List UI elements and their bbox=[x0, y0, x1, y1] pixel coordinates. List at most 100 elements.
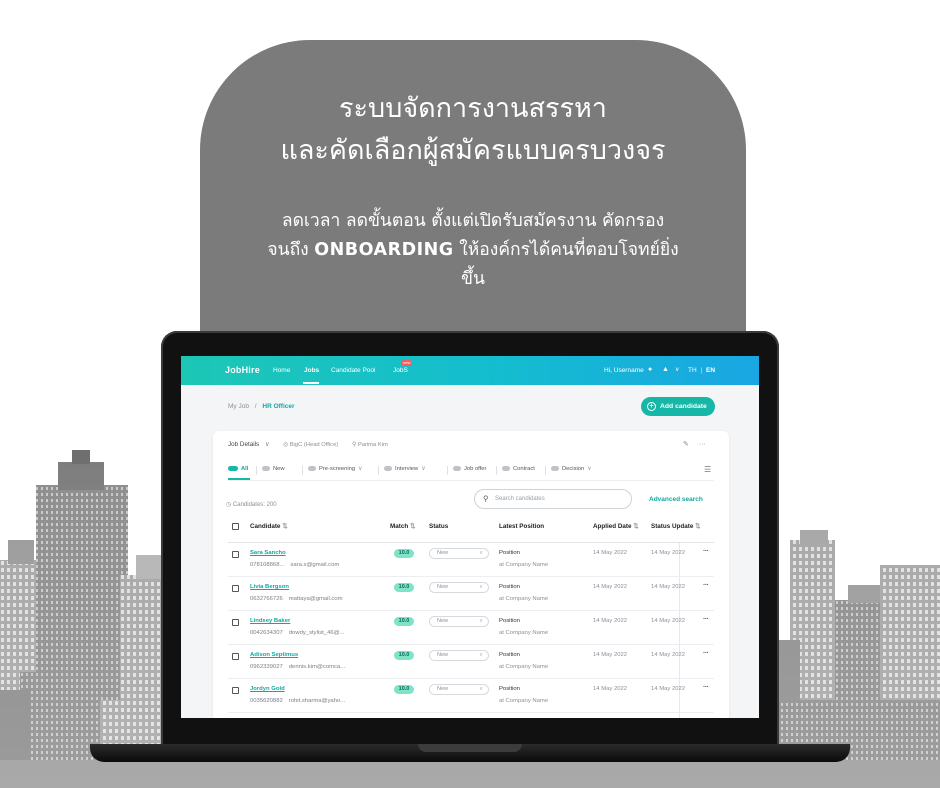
status-value: New bbox=[437, 618, 449, 624]
tag-icon bbox=[384, 466, 392, 471]
job-details-dropdown[interactable]: Job Details ∨ bbox=[228, 441, 270, 448]
candidate-phone: 0962339027 bbox=[250, 664, 283, 670]
status-select[interactable]: New ∨ bbox=[429, 548, 489, 559]
candidate-name[interactable]: Sara Sancho bbox=[250, 550, 286, 556]
tag-icon bbox=[502, 466, 510, 471]
row-checkbox[interactable] bbox=[232, 653, 239, 660]
sort-icon: ⇅ bbox=[695, 523, 701, 530]
col-candidate-label: Candidate bbox=[250, 523, 281, 530]
tab-pre-screening-label: Pre-screening bbox=[319, 466, 356, 473]
col-status-update[interactable]: Status Update ⇅ bbox=[651, 523, 700, 530]
tab-decision-label: Decision bbox=[562, 466, 585, 473]
tab-divider bbox=[496, 466, 497, 475]
job-company-label: BigC (Head Office) bbox=[289, 442, 339, 448]
candidate-name[interactable]: Jordyn Gold bbox=[250, 686, 285, 692]
user-greeting[interactable]: Hi, Username bbox=[604, 367, 644, 374]
table-row[interactable]: Livia Bergson 0632766726 mattaya@gmail.co… bbox=[228, 577, 714, 611]
col-match[interactable]: Match ⇅ bbox=[390, 523, 415, 530]
tab-job-offer[interactable]: Job offer bbox=[453, 466, 486, 472]
status-select[interactable]: New ∨ bbox=[429, 616, 489, 627]
chevron-down-icon: ∨ bbox=[358, 466, 363, 473]
search-input[interactable]: ⚲ Search candidates bbox=[474, 489, 632, 509]
more-options-icon[interactable]: ··· bbox=[699, 441, 706, 448]
row-more-icon[interactable]: ··· bbox=[703, 548, 709, 555]
status-select[interactable]: New ∨ bbox=[429, 582, 489, 593]
lang-en[interactable]: EN bbox=[706, 367, 715, 374]
bell-icon[interactable]: ▲ bbox=[662, 366, 669, 373]
app-logo[interactable]: JobHire bbox=[225, 365, 260, 375]
nav-jobs-s[interactable]: JobS bbox=[393, 367, 408, 374]
candidate-contact: 0035620882 rohit.sharma@yaho... bbox=[250, 698, 345, 704]
tab-contract[interactable]: Contract bbox=[502, 466, 535, 472]
candidate-name[interactable]: Adison Septimus bbox=[250, 652, 298, 658]
add-candidate-button[interactable]: + Add candidate bbox=[641, 397, 715, 416]
table-row[interactable]: Adison Septimus 0962339027 dennis.kim@com… bbox=[228, 645, 714, 679]
col-candidate[interactable]: Candidate ⇅ bbox=[250, 523, 287, 530]
breadcrumb-current: HR Officer bbox=[262, 403, 295, 410]
breadcrumb-my-job[interactable]: My Job bbox=[228, 403, 249, 410]
new-badge: new bbox=[401, 360, 413, 366]
nav-home[interactable]: Home bbox=[273, 367, 290, 374]
status-select[interactable]: New ∨ bbox=[429, 684, 489, 695]
applied-date: 14 May 2022 bbox=[593, 686, 628, 692]
row-more-icon[interactable]: ··· bbox=[703, 650, 709, 657]
tab-interview-label: Interview bbox=[395, 466, 419, 473]
col-applied-date-label: Applied Date bbox=[593, 523, 632, 530]
candidate-name[interactable]: Lindsey Baker bbox=[250, 618, 290, 624]
headline: ระบบจัดการงานสรรหา และคัดเลือกผู้สมัครแบ… bbox=[200, 88, 746, 172]
card-tools: ✎ ··· bbox=[683, 440, 706, 448]
nav-jobs[interactable]: Jobs bbox=[304, 367, 319, 374]
latest-company: at Company Name bbox=[499, 630, 549, 636]
filter-settings-icon[interactable]: ☰ bbox=[704, 465, 711, 474]
clock-icon: ◷ bbox=[226, 502, 232, 508]
chevron-down-icon: ∨ bbox=[421, 466, 426, 473]
row-more-icon[interactable]: ··· bbox=[703, 616, 709, 623]
select-all-checkbox[interactable] bbox=[232, 523, 239, 530]
tag-icon bbox=[308, 466, 316, 471]
tab-decision[interactable]: Decision ∨ bbox=[551, 466, 591, 472]
table-row[interactable]: Jordyn Gold 0035620882 rohit.sharma@yaho.… bbox=[228, 679, 714, 713]
row-checkbox[interactable] bbox=[232, 551, 239, 558]
job-owner: ⚲ Parima Kim bbox=[352, 442, 388, 448]
lang-th[interactable]: TH bbox=[688, 367, 697, 374]
row-more-icon[interactable]: ··· bbox=[703, 684, 709, 691]
tab-divider bbox=[378, 466, 379, 475]
latest-position: Position bbox=[499, 618, 520, 624]
tab-divider bbox=[447, 466, 448, 475]
tab-new[interactable]: New bbox=[262, 466, 285, 472]
latest-company: at Company Name bbox=[499, 562, 549, 568]
row-checkbox[interactable] bbox=[232, 687, 239, 694]
edit-icon[interactable]: ✎ bbox=[683, 441, 689, 448]
chevron-down-icon[interactable]: ∨ bbox=[675, 366, 679, 373]
col-latest-position: Latest Position bbox=[499, 523, 545, 530]
latest-position: Position bbox=[499, 584, 520, 590]
sort-icon: ⇅ bbox=[633, 523, 639, 530]
tabs-divider bbox=[228, 480, 714, 481]
table-row[interactable]: Sara Sancho 078108868... sara.s@gmail.com… bbox=[228, 543, 714, 577]
table-row[interactable]: Lindsey Baker 0042634307 dowdy_stylist_46… bbox=[228, 611, 714, 645]
headline-line-1: ระบบจัดการงานสรรหา bbox=[339, 93, 607, 124]
candidate-name[interactable]: Livia Bergson bbox=[250, 584, 289, 590]
job-company: ◎ BigC (Head Office) bbox=[283, 442, 338, 448]
status-update-date: 14 May 2022 bbox=[651, 584, 686, 590]
advanced-search-link[interactable]: Advanced search bbox=[649, 496, 703, 503]
row-checkbox[interactable] bbox=[232, 585, 239, 592]
headline-line-2: และคัดเลือกผู้สมัครแบบครบวงจร bbox=[280, 135, 666, 166]
candidate-phone: 0042634307 bbox=[250, 630, 283, 636]
col-applied-date[interactable]: Applied Date ⇅ bbox=[593, 523, 639, 530]
chevron-down-icon: ∨ bbox=[587, 466, 592, 473]
row-checkbox[interactable] bbox=[232, 619, 239, 626]
nav-candidate-pool[interactable]: Candidate Pool bbox=[331, 367, 375, 374]
tab-interview[interactable]: Interview ∨ bbox=[384, 466, 425, 472]
user-icon[interactable]: ● bbox=[648, 366, 652, 373]
latest-position: Position bbox=[499, 652, 520, 658]
row-more-icon[interactable]: ··· bbox=[703, 582, 709, 589]
status-select[interactable]: New ∨ bbox=[429, 650, 489, 661]
chevron-down-icon: ∨ bbox=[478, 652, 483, 658]
laptop-notch bbox=[418, 744, 522, 752]
tab-job-offer-label: Job offer bbox=[464, 466, 487, 473]
tab-all[interactable]: All bbox=[228, 466, 248, 472]
tab-pre-screening[interactable]: Pre-screening ∨ bbox=[308, 466, 362, 472]
search-placeholder: Search candidates bbox=[495, 496, 545, 502]
plus-icon: + bbox=[647, 402, 656, 411]
